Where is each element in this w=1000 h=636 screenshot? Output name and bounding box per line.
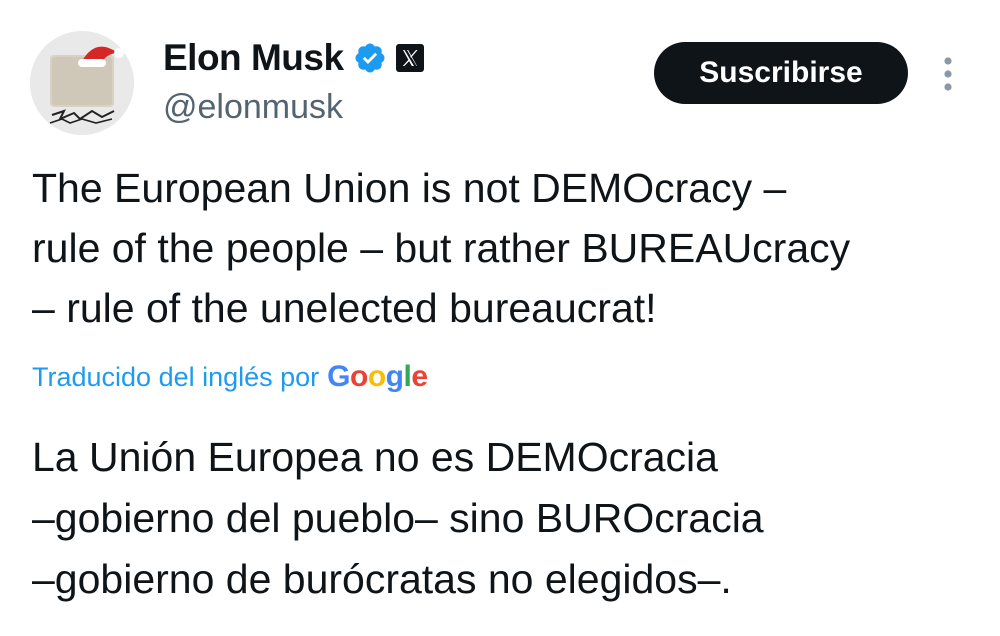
avatar-image bbox=[30, 31, 134, 135]
display-name[interactable]: Elon Musk bbox=[163, 37, 344, 79]
author-block: Elon Musk @elonmusk bbox=[163, 32, 425, 127]
author-handle[interactable]: @elonmusk bbox=[163, 88, 425, 127]
x-logo-icon[interactable] bbox=[395, 43, 425, 73]
translated-tweet-text: La Unión Europea no es DEMOcracia –gobie… bbox=[32, 434, 764, 602]
avatar[interactable] bbox=[30, 31, 134, 135]
tweet-text: The European Union is not DEMOcracy – ru… bbox=[32, 165, 851, 331]
translation-attribution[interactable]: Traducido del inglés por Google bbox=[32, 360, 428, 394]
verified-badge-icon[interactable] bbox=[353, 41, 387, 75]
more-vertical-icon[interactable] bbox=[935, 54, 961, 94]
display-name-row: Elon Musk bbox=[163, 32, 425, 84]
google-logo: Google bbox=[327, 360, 428, 393]
subscribe-button[interactable]: Suscribirse bbox=[654, 42, 908, 104]
translation-label: Traducido del inglés por bbox=[32, 362, 320, 392]
tweet-card: Elon Musk @elonmusk Suscribirse The Euro… bbox=[0, 0, 1000, 636]
